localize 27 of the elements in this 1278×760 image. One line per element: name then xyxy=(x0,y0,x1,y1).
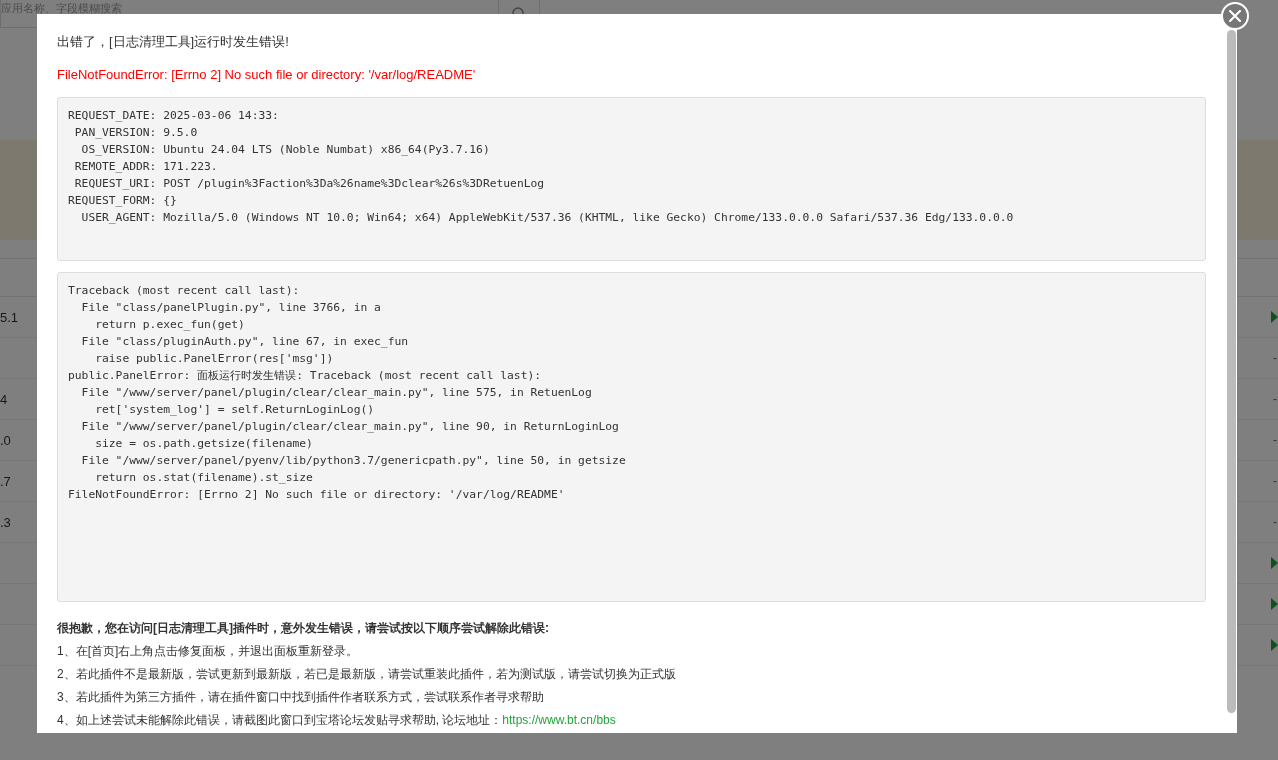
close-button[interactable] xyxy=(1221,2,1249,30)
status-text: - xyxy=(1273,515,1278,529)
table-cell: .0 xyxy=(0,432,11,448)
request-info: REQUEST_DATE: 2025-03-06 14:33: PAN_VERSION: 9.5.0 OS_VERSION: Ubuntu 24.04 LTS (Noble Numbat) x86_64(Py3.7.16) REMOTE_ADDR: 171.223. REQUEST_URI: POST /plugin%3Faction%3Da%26name%3Dclear%26s%3DRetuenLog REQUEST_FORM: {} USER_AGENT: Mozilla/5.0 (Windows NT 10.0; Win64; x64) AppleWebKit/537.36 (KHTML, like Gecko) Chrome/133.0.0.0 Safari/537.36 Edg/133.0.0.0 xyxy=(57,97,1206,261)
status-text: - xyxy=(1273,474,1278,488)
status-text: - xyxy=(1273,392,1278,406)
dialog-title: 出错了，[日志清理工具]运行时发生错误! xyxy=(57,33,290,51)
table-cell: .7 xyxy=(0,473,11,489)
table-cell: .3 xyxy=(0,514,11,530)
forum-link[interactable]: https://www.bt.cn/bbs xyxy=(502,713,616,727)
error-message: FileNotFoundError: [Errno 2] No such file or directory: '/var/log/README' xyxy=(57,66,477,84)
close-icon xyxy=(1229,10,1241,22)
help-heading: 很抱歉，您在访问[日志清理工具]插件时，意外发生错误，请尝试按以下顺序尝试解除此错误: xyxy=(57,620,550,637)
help-step: 1、在[首页]右上角点击修复面板，并退出面板重新登录。 xyxy=(57,640,1206,663)
help-step: 4、如上述尝试未能解除此错误，请截图此窗口到宝塔论坛发贴寻求帮助, 论坛地址：https://www.bt.cn/bbs xyxy=(57,709,1206,732)
traceback: Traceback (most recent call last): File "class/panelPlugin.py", line 3766, in a return p.exec_fun(get) File "class/pluginAuth.py", line 67, in exec_fun raise public.PanelError(res['msg']) public.PanelError: 面板运行时发生错误: Traceback (most recent call last): File "/www/server/panel/plugin/clear/clear_main.py", line 575, in RetuenLog ret['system_log'] = self.ReturnLoginLog() File "/www/server/panel/plugin/clear/clear_main.py", line 90, in ReturnLoginLog size = os.path.getsize(filename) File "/www/server/panel/pyenv/lib/python3.7/genericpath.py", line 50, in getsize return os.stat(filename).st_size FileNotFoundError: [Errno 2] No such file or directory: '/var/log/README' xyxy=(57,272,1206,602)
help-step: 2、若此插件不是最新版，尝试更新到最新版，若已是最新版，请尝试重装此插件，若为测试版，请尝试切换为正式版 xyxy=(57,663,1206,686)
help-step: 3、若此插件为第三方插件，请在插件窗口中找到插件作者联系方式，尝试联系作者寻求帮助 xyxy=(57,686,1206,709)
play-icon[interactable] xyxy=(1271,598,1278,610)
play-icon[interactable] xyxy=(1271,557,1278,569)
table-cell: 4 xyxy=(0,391,8,407)
play-icon[interactable] xyxy=(1271,311,1278,323)
table-cell: 5.1 xyxy=(0,309,19,325)
scrollbar[interactable] xyxy=(1227,30,1236,713)
play-icon[interactable] xyxy=(1271,639,1278,651)
status-text: - xyxy=(1273,351,1278,365)
status-text: - xyxy=(1273,433,1278,447)
